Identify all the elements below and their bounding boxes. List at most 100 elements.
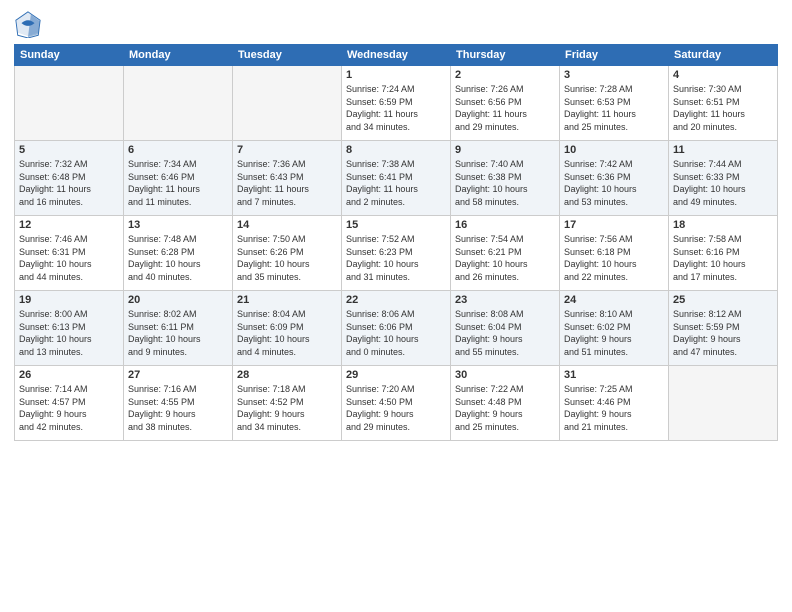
day-info: Sunrise: 8:10 AM Sunset: 6:02 PM Dayligh… (564, 308, 664, 358)
calendar-cell (124, 66, 233, 141)
col-header-sunday: Sunday (15, 45, 124, 66)
day-info: Sunrise: 8:06 AM Sunset: 6:06 PM Dayligh… (346, 308, 446, 358)
day-info: Sunrise: 7:32 AM Sunset: 6:48 PM Dayligh… (19, 158, 119, 208)
calendar-cell: 9 Sunrise: 7:40 AM Sunset: 6:38 PM Daylig… (451, 141, 560, 216)
calendar-cell: 29 Sunrise: 7:20 AM Sunset: 4:50 PM Dayli… (342, 366, 451, 441)
day-number: 2 (455, 69, 555, 81)
day-info: Sunrise: 7:44 AM Sunset: 6:33 PM Dayligh… (673, 158, 773, 208)
day-number: 4 (673, 69, 773, 81)
calendar-cell: 7 Sunrise: 7:36 AM Sunset: 6:43 PM Daylig… (233, 141, 342, 216)
calendar-cell (15, 66, 124, 141)
day-info: Sunrise: 7:40 AM Sunset: 6:38 PM Dayligh… (455, 158, 555, 208)
day-info: Sunrise: 7:48 AM Sunset: 6:28 PM Dayligh… (128, 233, 228, 283)
calendar-cell: 5Sunrise: 7:32 AM Sunset: 6:48 PM Daylig… (15, 141, 124, 216)
header (14, 10, 778, 38)
calendar-week-row: 1 Sunrise: 7:24 AM Sunset: 6:59 PM Daylig… (15, 66, 778, 141)
day-number: 25 (673, 294, 773, 306)
day-info: Sunrise: 7:54 AM Sunset: 6:21 PM Dayligh… (455, 233, 555, 283)
calendar-cell: 8 Sunrise: 7:38 AM Sunset: 6:41 PM Daylig… (342, 141, 451, 216)
calendar-cell: 3 Sunrise: 7:28 AM Sunset: 6:53 PM Daylig… (560, 66, 669, 141)
calendar-week-row: 5Sunrise: 7:32 AM Sunset: 6:48 PM Daylig… (15, 141, 778, 216)
calendar-cell: 4 Sunrise: 7:30 AM Sunset: 6:51 PM Daylig… (669, 66, 778, 141)
day-number: 22 (346, 294, 446, 306)
calendar-cell: 12 Sunrise: 7:46 AM Sunset: 6:31 PM Dayli… (15, 216, 124, 291)
calendar-cell: 26 Sunrise: 7:14 AM Sunset: 4:57 PM Dayli… (15, 366, 124, 441)
day-info: Sunrise: 7:42 AM Sunset: 6:36 PM Dayligh… (564, 158, 664, 208)
calendar-cell: 15Sunrise: 7:52 AM Sunset: 6:23 PM Dayli… (342, 216, 451, 291)
calendar-cell: 25Sunrise: 8:12 AM Sunset: 5:59 PM Dayli… (669, 291, 778, 366)
day-info: Sunrise: 7:16 AM Sunset: 4:55 PM Dayligh… (128, 383, 228, 433)
calendar-cell: 18Sunrise: 7:58 AM Sunset: 6:16 PM Dayli… (669, 216, 778, 291)
col-header-monday: Monday (124, 45, 233, 66)
day-info: Sunrise: 8:00 AM Sunset: 6:13 PM Dayligh… (19, 308, 119, 358)
calendar-week-row: 19 Sunrise: 8:00 AM Sunset: 6:13 PM Dayli… (15, 291, 778, 366)
calendar-cell: 10 Sunrise: 7:42 AM Sunset: 6:36 PM Dayli… (560, 141, 669, 216)
col-header-saturday: Saturday (669, 45, 778, 66)
day-info: Sunrise: 7:38 AM Sunset: 6:41 PM Dayligh… (346, 158, 446, 208)
calendar-cell: 2 Sunrise: 7:26 AM Sunset: 6:56 PM Daylig… (451, 66, 560, 141)
day-number: 8 (346, 144, 446, 156)
day-info: Sunrise: 7:50 AM Sunset: 6:26 PM Dayligh… (237, 233, 337, 283)
day-info: Sunrise: 8:08 AM Sunset: 6:04 PM Dayligh… (455, 308, 555, 358)
day-number: 11 (673, 144, 773, 156)
calendar-week-row: 26 Sunrise: 7:14 AM Sunset: 4:57 PM Dayli… (15, 366, 778, 441)
day-number: 20 (128, 294, 228, 306)
day-number: 29 (346, 369, 446, 381)
logo-icon (14, 10, 42, 38)
calendar-cell: 14 Sunrise: 7:50 AM Sunset: 6:26 PM Dayli… (233, 216, 342, 291)
day-number: 12 (19, 219, 119, 231)
calendar-cell (233, 66, 342, 141)
calendar-table: SundayMondayTuesdayWednesdayThursdayFrid… (14, 44, 778, 441)
day-info: Sunrise: 7:46 AM Sunset: 6:31 PM Dayligh… (19, 233, 119, 283)
day-number: 13 (128, 219, 228, 231)
day-number: 19 (19, 294, 119, 306)
calendar-cell: 21Sunrise: 8:04 AM Sunset: 6:09 PM Dayli… (233, 291, 342, 366)
calendar-cell: 6Sunrise: 7:34 AM Sunset: 6:46 PM Daylig… (124, 141, 233, 216)
day-number: 10 (564, 144, 664, 156)
calendar-cell: 30Sunrise: 7:22 AM Sunset: 4:48 PM Dayli… (451, 366, 560, 441)
logo (14, 10, 46, 38)
day-number: 23 (455, 294, 555, 306)
calendar-page: SundayMondayTuesdayWednesdayThursdayFrid… (0, 0, 792, 612)
calendar-cell: 16 Sunrise: 7:54 AM Sunset: 6:21 PM Dayli… (451, 216, 560, 291)
day-number: 16 (455, 219, 555, 231)
calendar-cell (669, 366, 778, 441)
day-number: 14 (237, 219, 337, 231)
day-number: 26 (19, 369, 119, 381)
calendar-header-row: SundayMondayTuesdayWednesdayThursdayFrid… (15, 45, 778, 66)
day-number: 17 (564, 219, 664, 231)
day-number: 9 (455, 144, 555, 156)
col-header-friday: Friday (560, 45, 669, 66)
day-info: Sunrise: 7:58 AM Sunset: 6:16 PM Dayligh… (673, 233, 773, 283)
day-number: 30 (455, 369, 555, 381)
calendar-cell: 22 Sunrise: 8:06 AM Sunset: 6:06 PM Dayli… (342, 291, 451, 366)
calendar-week-row: 12 Sunrise: 7:46 AM Sunset: 6:31 PM Dayli… (15, 216, 778, 291)
col-header-thursday: Thursday (451, 45, 560, 66)
day-info: Sunrise: 7:52 AM Sunset: 6:23 PM Dayligh… (346, 233, 446, 283)
day-info: Sunrise: 7:18 AM Sunset: 4:52 PM Dayligh… (237, 383, 337, 433)
calendar-cell: 20 Sunrise: 8:02 AM Sunset: 6:11 PM Dayli… (124, 291, 233, 366)
day-info: Sunrise: 7:28 AM Sunset: 6:53 PM Dayligh… (564, 83, 664, 133)
day-info: Sunrise: 7:30 AM Sunset: 6:51 PM Dayligh… (673, 83, 773, 133)
day-info: Sunrise: 7:20 AM Sunset: 4:50 PM Dayligh… (346, 383, 446, 433)
day-info: Sunrise: 7:36 AM Sunset: 6:43 PM Dayligh… (237, 158, 337, 208)
day-info: Sunrise: 8:02 AM Sunset: 6:11 PM Dayligh… (128, 308, 228, 358)
day-number: 3 (564, 69, 664, 81)
day-info: Sunrise: 7:14 AM Sunset: 4:57 PM Dayligh… (19, 383, 119, 433)
day-info: Sunrise: 7:56 AM Sunset: 6:18 PM Dayligh… (564, 233, 664, 283)
calendar-cell: 11 Sunrise: 7:44 AM Sunset: 6:33 PM Dayli… (669, 141, 778, 216)
day-info: Sunrise: 7:34 AM Sunset: 6:46 PM Dayligh… (128, 158, 228, 208)
day-info: Sunrise: 7:24 AM Sunset: 6:59 PM Dayligh… (346, 83, 446, 133)
calendar-cell: 27Sunrise: 7:16 AM Sunset: 4:55 PM Dayli… (124, 366, 233, 441)
day-number: 28 (237, 369, 337, 381)
calendar-cell: 31Sunrise: 7:25 AM Sunset: 4:46 PM Dayli… (560, 366, 669, 441)
day-number: 1 (346, 69, 446, 81)
calendar-cell: 28 Sunrise: 7:18 AM Sunset: 4:52 PM Dayli… (233, 366, 342, 441)
calendar-cell: 19 Sunrise: 8:00 AM Sunset: 6:13 PM Dayli… (15, 291, 124, 366)
day-info: Sunrise: 8:04 AM Sunset: 6:09 PM Dayligh… (237, 308, 337, 358)
day-number: 24 (564, 294, 664, 306)
day-info: Sunrise: 7:26 AM Sunset: 6:56 PM Dayligh… (455, 83, 555, 133)
day-number: 7 (237, 144, 337, 156)
calendar-cell: 17 Sunrise: 7:56 AM Sunset: 6:18 PM Dayli… (560, 216, 669, 291)
col-header-wednesday: Wednesday (342, 45, 451, 66)
